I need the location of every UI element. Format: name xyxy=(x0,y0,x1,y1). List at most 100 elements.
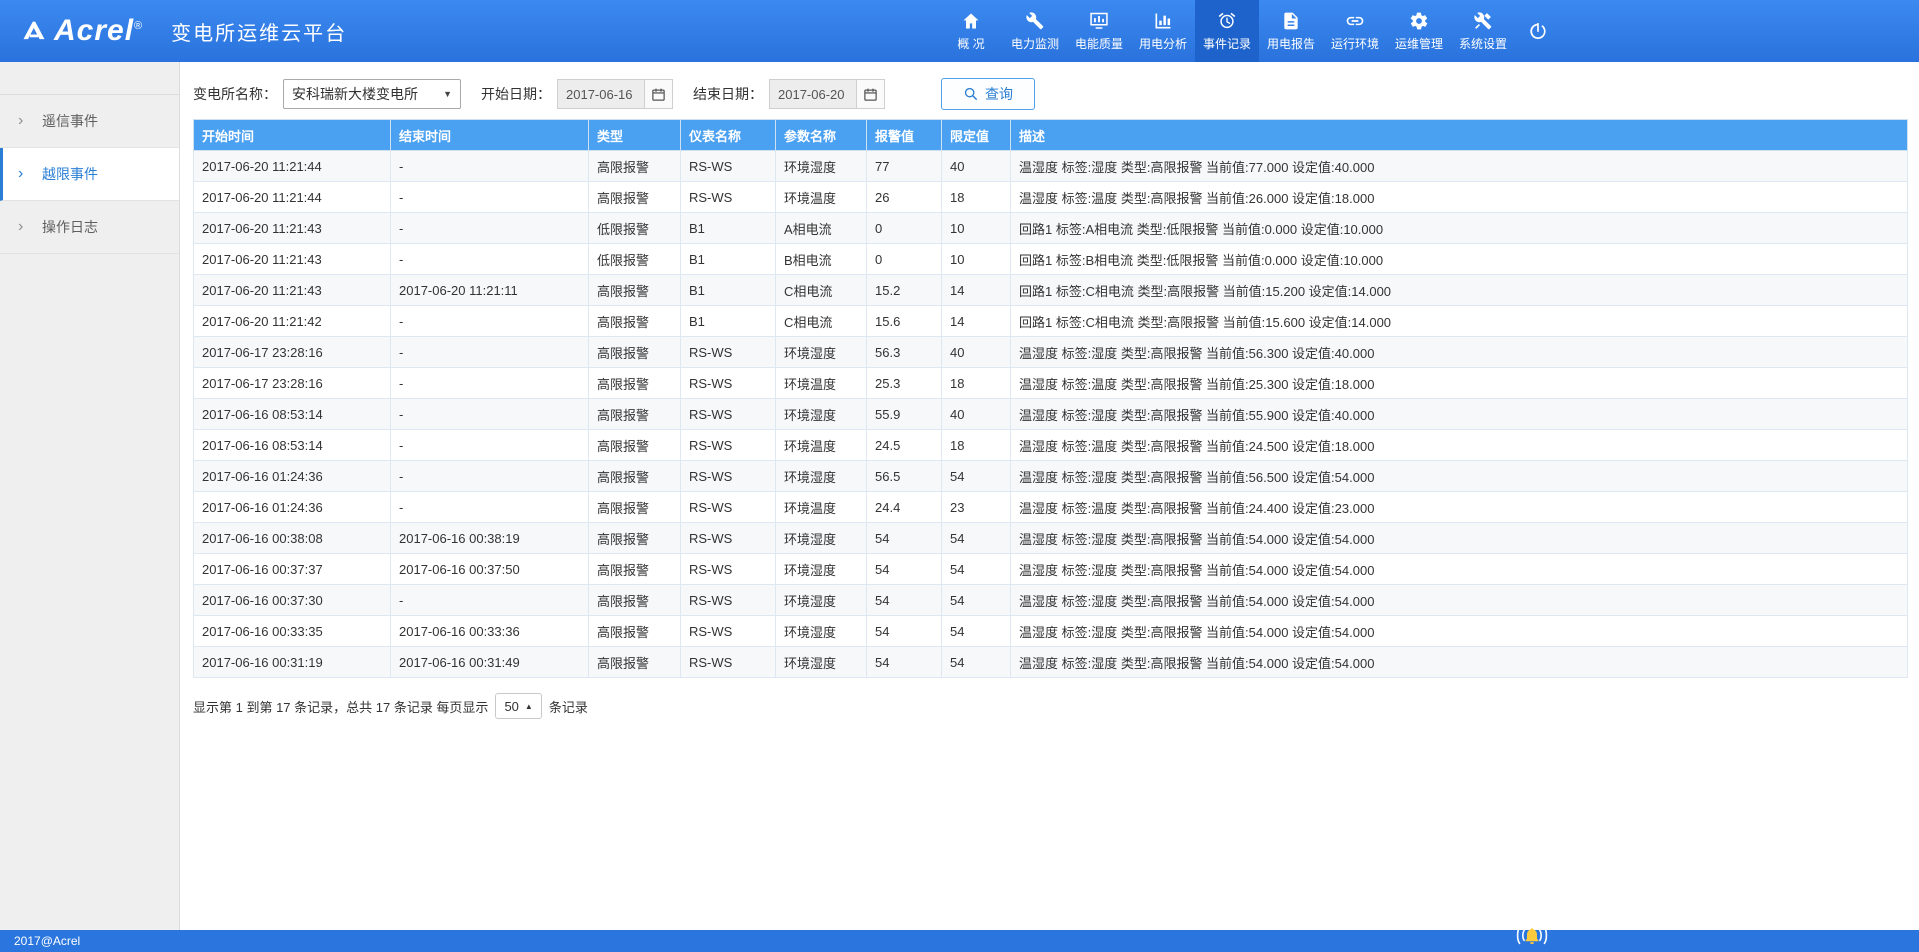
table-cell: 24.5 xyxy=(867,430,942,461)
start-date-group xyxy=(557,79,673,109)
table-cell: 10 xyxy=(942,213,1011,244)
sidebar-item-limit-events[interactable]: ›越限事件 xyxy=(0,148,179,201)
table-cell: 54 xyxy=(867,647,942,678)
nav-item-label: 电能质量 xyxy=(1075,35,1123,52)
nav-item-environment[interactable]: 运行环境 xyxy=(1323,0,1387,62)
table-row: 2017-06-17 23:28:16-高限报警RS-WS环境温度25.318温… xyxy=(194,368,1908,399)
nav-item-event-record[interactable]: 事件记录 xyxy=(1195,0,1259,62)
table-cell: 高限报警 xyxy=(589,523,681,554)
notification-bell-button[interactable] xyxy=(1512,922,1552,952)
start-date-calendar-button[interactable] xyxy=(645,79,673,109)
sidebar-item-remote-signal-events[interactable]: ›遥信事件 xyxy=(0,95,179,148)
table-cell: 2017-06-20 11:21:43 xyxy=(194,213,391,244)
station-select[interactable]: 安科瑞新大楼变电所 ▼ xyxy=(283,79,461,109)
power-button[interactable] xyxy=(1515,0,1561,62)
nav-item-label: 运维管理 xyxy=(1395,35,1443,52)
start-date-label: 开始日期： xyxy=(481,84,551,104)
table-cell: - xyxy=(391,213,589,244)
wrench-icon xyxy=(1025,11,1045,31)
table-cell: 高限报警 xyxy=(589,461,681,492)
nav-item-settings[interactable]: 系统设置 xyxy=(1451,0,1515,62)
table-cell: - xyxy=(391,368,589,399)
table-cell: 回路1 标签:C相电流 类型:高限报警 当前值:15.200 设定值:14.00… xyxy=(1011,275,1908,306)
column-header: 类型 xyxy=(589,120,681,151)
page-size-value: 50 xyxy=(504,699,518,714)
table-cell: 14 xyxy=(942,275,1011,306)
table-row: 2017-06-16 00:37:30-高限报警RS-WS环境湿度5454温湿度… xyxy=(194,585,1908,616)
table-cell: RS-WS xyxy=(681,461,776,492)
table-cell: RS-WS xyxy=(681,399,776,430)
filter-toolbar: 变电所名称： 安科瑞新大楼变电所 ▼ 开始日期： 结束日期： xyxy=(193,78,1907,110)
table-cell: 环境温度 xyxy=(776,182,867,213)
table-cell: 18 xyxy=(942,182,1011,213)
table-cell: 54 xyxy=(942,554,1011,585)
table-cell: 温湿度 标签:温度 类型:高限报警 当前值:25.300 设定值:18.000 xyxy=(1011,368,1908,399)
table-cell: 54 xyxy=(942,616,1011,647)
table-cell: 23 xyxy=(942,492,1011,523)
table-cell: 高限报警 xyxy=(589,275,681,306)
table-cell: RS-WS xyxy=(681,182,776,213)
table-cell: 15.2 xyxy=(867,275,942,306)
nav-item-label: 用电报告 xyxy=(1267,35,1315,52)
page-size-select[interactable]: 50 ▲ xyxy=(495,693,541,719)
nav-item-power-quality[interactable]: 电能质量 xyxy=(1067,0,1131,62)
table-cell: 环境湿度 xyxy=(776,461,867,492)
table-row: 2017-06-16 00:38:082017-06-16 00:38:19高限… xyxy=(194,523,1908,554)
table-cell: 40 xyxy=(942,151,1011,182)
table-cell: 高限报警 xyxy=(589,306,681,337)
top-nav: 概 况电力监测电能质量用电分析事件记录用电报告运行环境运维管理系统设置 xyxy=(939,0,1561,62)
table-cell: 温湿度 标签:湿度 类型:高限报警 当前值:54.000 设定值:54.000 xyxy=(1011,554,1908,585)
table-cell: 温湿度 标签:温度 类型:高限报警 当前值:24.400 设定值:23.000 xyxy=(1011,492,1908,523)
query-button-label: 查询 xyxy=(985,84,1013,104)
nav-item-power-analysis[interactable]: 用电分析 xyxy=(1131,0,1195,62)
power-icon xyxy=(1528,21,1548,41)
table-row: 2017-06-16 00:33:352017-06-16 00:33:36高限… xyxy=(194,616,1908,647)
table-cell: RS-WS xyxy=(681,616,776,647)
table-cell: RS-WS xyxy=(681,492,776,523)
table-cell: 温湿度 标签:湿度 类型:高限报警 当前值:56.500 设定值:54.000 xyxy=(1011,461,1908,492)
top-header: Acrel® 变电所运维云平台 概 况电力监测电能质量用电分析事件记录用电报告运… xyxy=(0,0,1919,62)
end-date-input[interactable] xyxy=(769,79,857,109)
gear-icon xyxy=(1409,11,1429,31)
table-cell: RS-WS xyxy=(681,368,776,399)
column-header: 仪表名称 xyxy=(681,120,776,151)
table-header-row: 开始时间结束时间类型仪表名称参数名称报警值限定值描述 xyxy=(194,120,1908,151)
chevron-right-icon: › xyxy=(18,201,23,253)
table-cell: 2017-06-16 01:24:36 xyxy=(194,492,391,523)
table-cell: - xyxy=(391,151,589,182)
tools-icon xyxy=(1473,11,1493,31)
sidebar: ›遥信事件›越限事件›操作日志 xyxy=(0,62,180,930)
end-date-calendar-button[interactable] xyxy=(857,79,885,109)
table-cell: 高限报警 xyxy=(589,616,681,647)
table-cell: 54 xyxy=(867,554,942,585)
start-date-input[interactable] xyxy=(557,79,645,109)
sidebar-item-label: 越限事件 xyxy=(42,166,98,182)
table-cell: 40 xyxy=(942,337,1011,368)
nav-item-overview[interactable]: 概 况 xyxy=(939,0,1003,62)
table-cell: 温湿度 标签:温度 类型:高限报警 当前值:24.500 设定值:18.000 xyxy=(1011,430,1908,461)
table-cell: 环境温度 xyxy=(776,368,867,399)
acrel-logo-icon xyxy=(20,17,48,45)
copyright: 2017@Acrel xyxy=(14,934,80,948)
nav-item-power-monitoring[interactable]: 电力监测 xyxy=(1003,0,1067,62)
table-cell: 温湿度 标签:湿度 类型:高限报警 当前值:54.000 设定值:54.000 xyxy=(1011,585,1908,616)
nav-item-power-report[interactable]: 用电报告 xyxy=(1259,0,1323,62)
table-cell: A相电流 xyxy=(776,213,867,244)
nav-item-maintenance[interactable]: 运维管理 xyxy=(1387,0,1451,62)
table-cell: 高限报警 xyxy=(589,647,681,678)
calendar-icon xyxy=(863,87,878,102)
query-button[interactable]: 查询 xyxy=(941,78,1035,110)
table-cell: 低限报警 xyxy=(589,213,681,244)
table-cell: 2017-06-16 00:37:37 xyxy=(194,554,391,585)
table-cell: 温湿度 标签:湿度 类型:高限报警 当前值:56.300 设定值:40.000 xyxy=(1011,337,1908,368)
table-cell: 高限报警 xyxy=(589,182,681,213)
table-row: 2017-06-20 11:21:42-高限报警B1C相电流15.614回路1 … xyxy=(194,306,1908,337)
registered-mark: ® xyxy=(134,20,143,32)
table-cell: 2017-06-16 00:37:50 xyxy=(391,554,589,585)
table-cell: - xyxy=(391,182,589,213)
table-cell: 环境湿度 xyxy=(776,554,867,585)
sidebar-item-operation-logs[interactable]: ›操作日志 xyxy=(0,201,179,254)
table-row: 2017-06-16 08:53:14-高限报警RS-WS环境湿度55.940温… xyxy=(194,399,1908,430)
sidebar-list: ›遥信事件›越限事件›操作日志 xyxy=(0,95,179,254)
nav-item-label: 运行环境 xyxy=(1331,35,1379,52)
